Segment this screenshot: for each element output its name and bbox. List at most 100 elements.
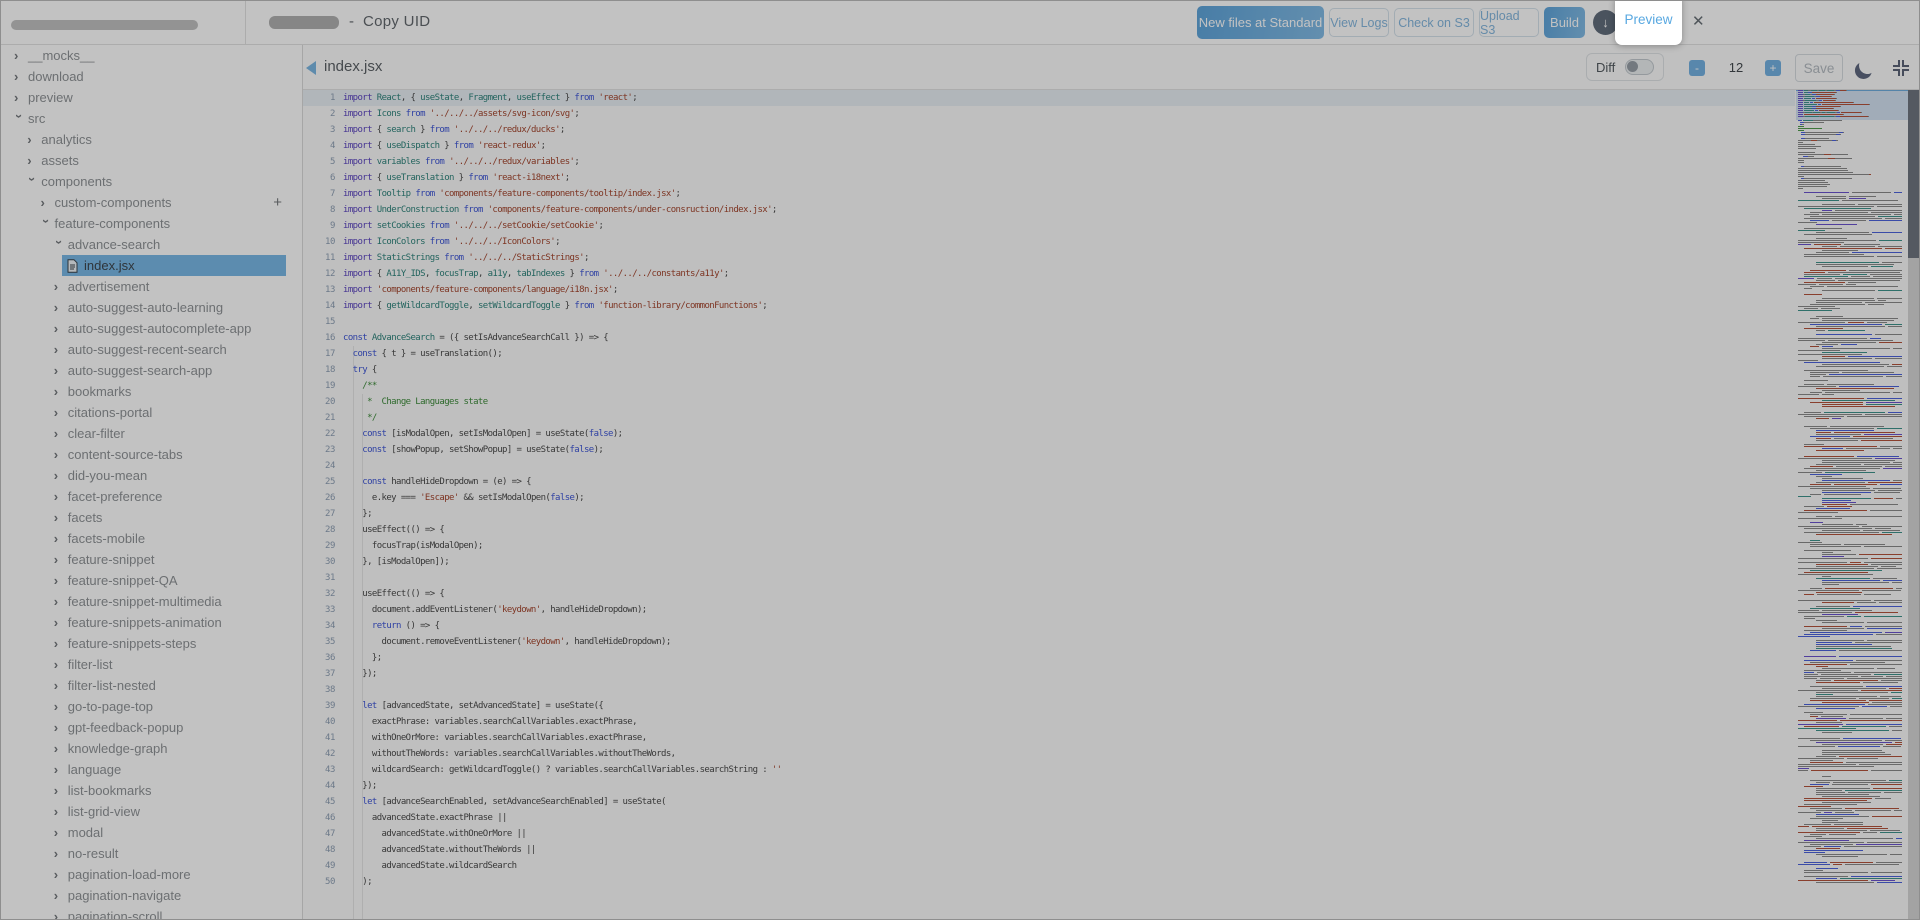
tree-item-feature-components[interactable]: ›feature-components	[1, 213, 302, 234]
tree-item-index.jsx[interactable]: index.jsx	[1, 255, 302, 276]
chevron-right-icon[interactable]: ›	[54, 807, 64, 817]
tree-item-feature-snippets-animation[interactable]: ›feature-snippets-animation	[1, 612, 302, 633]
chevron-right-icon[interactable]: ›	[54, 408, 64, 418]
chevron-right-icon[interactable]: ›	[54, 681, 64, 691]
chevron-right-icon[interactable]: ›	[54, 786, 64, 796]
tree-item-pagination-scroll[interactable]: ›pagination-scroll	[1, 906, 302, 920]
tree-item-advance-search[interactable]: ›advance-search	[1, 234, 302, 255]
chevron-right-icon[interactable]: ›	[27, 156, 37, 166]
save-button[interactable]: Save	[1795, 54, 1843, 82]
collapse-fullscreen-icon[interactable]	[1893, 60, 1909, 76]
tree-item-bookmarks[interactable]: ›bookmarks	[1, 381, 302, 402]
check-on-s3-button[interactable]: Check on S3	[1394, 8, 1474, 37]
tree-item-feature-snippets-steps[interactable]: ›feature-snippets-steps	[1, 633, 302, 654]
tree-item-auto-suggest-auto-learning[interactable]: ›auto-suggest-auto-learning	[1, 297, 302, 318]
dark-mode-moon-icon[interactable]	[1857, 55, 1877, 75]
chevron-right-icon[interactable]: ›	[54, 303, 64, 313]
tree-item-feature-snippet-multimedia[interactable]: ›feature-snippet-multimedia	[1, 591, 302, 612]
tree-item-facet-preference[interactable]: ›facet-preference	[1, 486, 302, 507]
tree-item-feature-snippet-QA[interactable]: ›feature-snippet-QA	[1, 570, 302, 591]
chevron-right-icon[interactable]: ›	[54, 597, 64, 607]
tree-item-components[interactable]: ›components	[1, 171, 302, 192]
tree-item-filter-list-nested[interactable]: ›filter-list-nested	[1, 675, 302, 696]
tree-item-go-to-page-top[interactable]: ›go-to-page-top	[1, 696, 302, 717]
tree-item-content-source-tabs[interactable]: ›content-source-tabs	[1, 444, 302, 465]
chevron-right-icon[interactable]: ›	[54, 555, 64, 565]
tree-item-analytics[interactable]: ›analytics	[1, 129, 302, 150]
chevron-right-icon[interactable]: ›	[54, 639, 64, 649]
chevron-right-icon[interactable]: ›	[54, 345, 64, 355]
tree-item-feature-snippet[interactable]: ›feature-snippet	[1, 549, 302, 570]
chevron-right-icon[interactable]: ›	[54, 576, 64, 586]
upload-s3-button[interactable]: Upload S3	[1479, 8, 1539, 37]
tree-item-assets[interactable]: ›assets	[1, 150, 302, 171]
tree-item-__mocks__[interactable]: ›__mocks__	[1, 45, 302, 66]
chevron-right-icon[interactable]: ›	[54, 891, 64, 901]
increase-font-button[interactable]: +	[1765, 60, 1781, 76]
tree-item-language[interactable]: ›language	[1, 759, 302, 780]
tree-item-facets-mobile[interactable]: ›facets-mobile	[1, 528, 302, 549]
build-button[interactable]: Build	[1544, 7, 1585, 38]
chevron-down-icon[interactable]: ›	[14, 114, 24, 124]
code-editor[interactable]: 1234567891011121314151617181920212223242…	[303, 90, 1909, 920]
chevron-right-icon[interactable]: ›	[54, 744, 64, 754]
tree-item-pagination-load-more[interactable]: ›pagination-load-more	[1, 864, 302, 885]
chevron-right-icon[interactable]: ›	[54, 534, 64, 544]
chevron-right-icon[interactable]: ›	[54, 450, 64, 460]
chevron-right-icon[interactable]: ›	[54, 618, 64, 628]
chevron-right-icon[interactable]: ›	[54, 387, 64, 397]
editor-scrollbar-thumb[interactable]	[1908, 90, 1919, 258]
tree-item-list-grid-view[interactable]: ›list-grid-view	[1, 801, 302, 822]
tree-item-facets[interactable]: ›facets	[1, 507, 302, 528]
chevron-right-icon[interactable]: ›	[54, 870, 64, 880]
tree-item-modal[interactable]: ›modal	[1, 822, 302, 843]
chevron-down-icon[interactable]: ›	[41, 219, 51, 229]
chevron-right-icon[interactable]: ›	[14, 51, 24, 61]
chevron-right-icon[interactable]: ›	[54, 366, 64, 376]
tree-item-list-bookmarks[interactable]: ›list-bookmarks	[1, 780, 302, 801]
chevron-right-icon[interactable]: ›	[54, 828, 64, 838]
chevron-right-icon[interactable]: ›	[54, 324, 64, 334]
copy-uid-button[interactable]: Copy UID	[363, 13, 430, 30]
chevron-right-icon[interactable]: ›	[14, 93, 24, 103]
chevron-right-icon[interactable]: ›	[41, 198, 51, 208]
tree-item-download[interactable]: ›download	[1, 66, 302, 87]
back-arrow-icon[interactable]	[306, 61, 316, 75]
chevron-right-icon[interactable]: ›	[54, 849, 64, 859]
tree-item-clear-filter[interactable]: ›clear-filter	[1, 423, 302, 444]
tree-item-src[interactable]: ›src	[1, 108, 302, 129]
tree-item-no-result[interactable]: ›no-result	[1, 843, 302, 864]
chevron-down-icon[interactable]: ›	[54, 240, 64, 250]
view-logs-button[interactable]: View Logs	[1329, 8, 1389, 37]
decrease-font-button[interactable]: -	[1689, 60, 1705, 76]
diff-toggle[interactable]	[1625, 59, 1654, 75]
chevron-right-icon[interactable]: ›	[14, 72, 24, 82]
chevron-right-icon[interactable]: ›	[54, 660, 64, 670]
chevron-right-icon[interactable]: ›	[54, 513, 64, 523]
chevron-right-icon[interactable]: ›	[54, 282, 64, 292]
editor-scrollbar-track[interactable]	[1908, 90, 1919, 920]
tree-item-custom-components[interactable]: ›custom-components+	[1, 192, 302, 213]
tree-item-auto-suggest-search-app[interactable]: ›auto-suggest-search-app	[1, 360, 302, 381]
chevron-right-icon[interactable]: ›	[54, 471, 64, 481]
chevron-down-icon[interactable]: ›	[27, 177, 37, 187]
new-files-at-standard-button[interactable]: New files at Standard	[1197, 6, 1324, 39]
tree-item-did-you-mean[interactable]: ›did-you-mean	[1, 465, 302, 486]
add-icon[interactable]: +	[273, 195, 282, 210]
preview-button[interactable]: Preview	[1615, 0, 1682, 45]
chevron-right-icon[interactable]: ›	[54, 912, 64, 920]
tree-item-advertisement[interactable]: ›advertisement	[1, 276, 302, 297]
chevron-right-icon[interactable]: ›	[54, 723, 64, 733]
chevron-right-icon[interactable]: ›	[27, 135, 37, 145]
minimap[interactable]	[1796, 90, 1908, 890]
tree-item-filter-list[interactable]: ›filter-list	[1, 654, 302, 675]
chevron-right-icon[interactable]: ›	[54, 702, 64, 712]
tree-item-citations-portal[interactable]: ›citations-portal	[1, 402, 302, 423]
chevron-right-icon[interactable]: ›	[54, 492, 64, 502]
chevron-right-icon[interactable]: ›	[54, 765, 64, 775]
tree-item-auto-suggest-recent-search[interactable]: ›auto-suggest-recent-search	[1, 339, 302, 360]
chevron-right-icon[interactable]: ›	[54, 429, 64, 439]
tree-item-pagination-navigate[interactable]: ›pagination-navigate	[1, 885, 302, 906]
close-icon[interactable]: ✕	[1692, 12, 1705, 30]
tree-item-knowledge-graph[interactable]: ›knowledge-graph	[1, 738, 302, 759]
